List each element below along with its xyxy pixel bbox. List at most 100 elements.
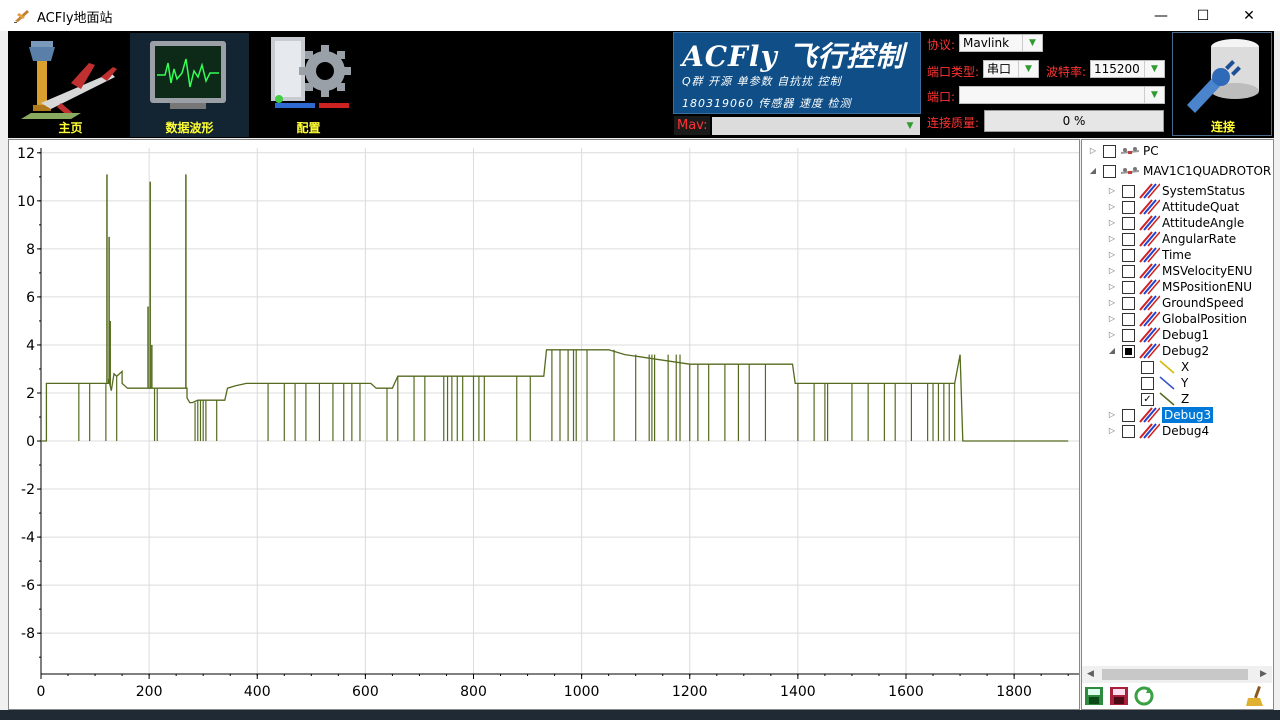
main-toolbar: 主页 数据波形 配置 ACFly 飞行控制 Q群 开源 单参数 自抗扰 控制 1… [8,31,1274,138]
drone-icon [1119,143,1141,159]
load-file-icon[interactable] [1083,685,1105,707]
tree-checkbox[interactable] [1122,329,1135,342]
clear-broom-icon[interactable] [1244,685,1266,707]
expand-arrow-icon[interactable]: ▷ [1107,295,1117,311]
minimize-button[interactable]: — [1138,0,1184,31]
tree-checkbox[interactable] [1122,201,1135,214]
connect-label: 连接 [1210,120,1235,134]
tree-item-debug2[interactable]: ◢ Debug2 [1082,343,1273,359]
nav-settings-button[interactable]: 配置 [249,33,368,137]
tree-checkbox[interactable] [1122,233,1135,246]
tree-item-pc[interactable]: ▷ PC [1082,143,1273,159]
refresh-icon[interactable] [1133,685,1155,707]
expand-arrow-icon[interactable]: ▷ [1107,215,1117,231]
expand-arrow-icon[interactable]: ▷ [1088,143,1098,159]
tree-checkbox[interactable] [1122,249,1135,262]
save-file-icon[interactable] [1108,685,1130,707]
expand-arrow-icon[interactable]: ▷ [1107,263,1117,279]
tree-item-attitudeangle[interactable]: ▷ AttitudeAngle [1082,215,1273,231]
protocol-select[interactable]: Mavlink ▼ [959,34,1043,52]
expand-arrow-icon[interactable]: ▷ [1107,407,1117,423]
expand-arrow-icon[interactable]: ▷ [1107,327,1117,343]
close-button[interactable]: ✕ [1226,0,1272,31]
tree-item-angularrate[interactable]: ▷ AngularRate [1082,231,1273,247]
tree-item-time[interactable]: ▷ Time [1082,247,1273,263]
tree-item-msvelocityenu[interactable]: ▷ MSVelocityENU [1082,263,1273,279]
expand-arrow-icon[interactable]: ▷ [1107,279,1117,295]
series-lines-icon [1138,423,1161,439]
expand-arrow-icon[interactable]: ▷ [1107,183,1117,199]
baud-select[interactable]: 115200 ▼ [1090,60,1165,78]
y-tick-label: 10 [17,194,35,210]
tree-item-groundspeed[interactable]: ▷ GroundSpeed [1082,295,1273,311]
tree-checkbox[interactable] [1122,409,1135,422]
app-window: ACFly地面站 — ☐ ✕ 主页 数据波形 配置 ACFly 飞行控制 Q群 … [0,0,1280,720]
expand-arrow-icon[interactable]: ▷ [1107,231,1117,247]
tree-item-label: MSVelocityENU [1162,264,1253,278]
tree-checkbox[interactable] [1122,313,1135,326]
tree-checkbox[interactable] [1122,425,1135,438]
tree-item-label: AngularRate [1162,232,1237,246]
tree-checkbox[interactable] [1122,217,1135,230]
scrollbar-thumb[interactable] [1102,669,1248,680]
expand-arrow-icon[interactable]: ▷ [1107,423,1117,439]
collapse-arrow-icon[interactable]: ◢ [1088,163,1098,179]
tree-horizontal-scrollbar[interactable]: ◀ ▶ [1082,666,1272,683]
expand-arrow-icon[interactable]: ▷ [1107,311,1117,327]
nav-home-label: 主页 [58,121,83,135]
tree-item-mspositionenu[interactable]: ▷ MSPositionENU [1082,279,1273,295]
y-tick-label: 4 [26,338,35,354]
tree-item-debug1[interactable]: ▷ Debug1 [1082,327,1273,343]
window-title: ACFly地面站 [37,11,113,26]
logo-subtitle-2: 180319060 传感器 速度 检测 [682,97,852,110]
port-type-value: 串口 [987,62,1012,76]
tree-item-z[interactable]: ✓ Z [1082,391,1273,407]
tree-item-debug3[interactable]: ▷ Debug3 [1082,407,1273,423]
x-tick-label: 1600 [888,684,924,700]
port-type-select[interactable]: 串口 ▼ [983,60,1039,78]
nav-waveform-button[interactable]: 数据波形 [130,33,249,137]
drone-icon [1119,163,1141,179]
tree-checkbox[interactable] [1141,361,1154,374]
tree-item-attitudequat[interactable]: ▷ AttitudeQuat [1082,199,1273,215]
nav-waveform-label: 数据波形 [165,121,214,135]
tree-item-label: Z [1181,392,1190,406]
tree-item-systemstatus[interactable]: ▷ SystemStatus [1082,183,1273,199]
tree-checkbox[interactable] [1122,185,1135,198]
tree-item-label: X [1181,360,1190,374]
scroll-right-icon[interactable]: ▶ [1255,666,1272,683]
expand-arrow-icon[interactable]: ▷ [1107,247,1117,263]
tree-checkbox[interactable] [1122,297,1135,310]
x-tick-label: 0 [37,684,46,700]
tree-checkbox[interactable]: ✓ [1141,393,1154,406]
tree-item-debug4[interactable]: ▷ Debug4 [1082,423,1273,439]
expand-arrow-icon[interactable]: ▷ [1107,199,1117,215]
tree-checkbox[interactable] [1122,265,1135,278]
title-bar: ACFly地面站 — ☐ ✕ [0,0,1280,31]
port-label: 端口: [927,90,956,104]
tree-item-label: MSPositionENU [1162,280,1253,294]
tree-checkbox[interactable] [1103,145,1116,158]
waveform-plot[interactable]: 12 10 8 6 4 2 0 -2 -4 -6 -8 0 200 400 600 800 1000 1200 14… [8,139,1080,710]
tree-checkbox[interactable] [1141,377,1154,390]
y-tick-label: -6 [21,578,35,594]
maximize-button[interactable]: ☐ [1180,0,1226,31]
protocol-value: Mavlink [963,36,1010,50]
tree-checkbox[interactable] [1122,281,1135,294]
tree-item-globalposition[interactable]: ▷ GlobalPosition [1082,311,1273,327]
tree-item-mav1c1quadrotor[interactable]: ◢ MAV1C1QUADROTOR [1082,163,1273,179]
channel-tree[interactable]: ▷ PC ◢ MAV1C1QUADROTOR ▷ SystemStatus ▷ Attitud… [1081,139,1274,710]
tree-checkbox[interactable] [1122,345,1135,358]
tree-item-y[interactable]: Y [1082,375,1273,391]
connect-button[interactable]: 连接 [1172,32,1272,136]
tree-item-label: Debug3 [1162,407,1214,423]
port-select[interactable]: ▼ [959,86,1165,104]
y-tick-label: 12 [17,146,35,162]
mav-select[interactable]: ▼ [712,117,920,135]
collapse-arrow-icon[interactable]: ◢ [1107,343,1117,359]
scroll-left-icon[interactable]: ◀ [1082,666,1099,683]
tree-checkbox[interactable] [1103,165,1116,178]
tree-item-x[interactable]: X [1082,359,1273,375]
logo-title: ACFly 飞行控制 [682,40,905,73]
nav-home-button[interactable]: 主页 [11,33,130,137]
